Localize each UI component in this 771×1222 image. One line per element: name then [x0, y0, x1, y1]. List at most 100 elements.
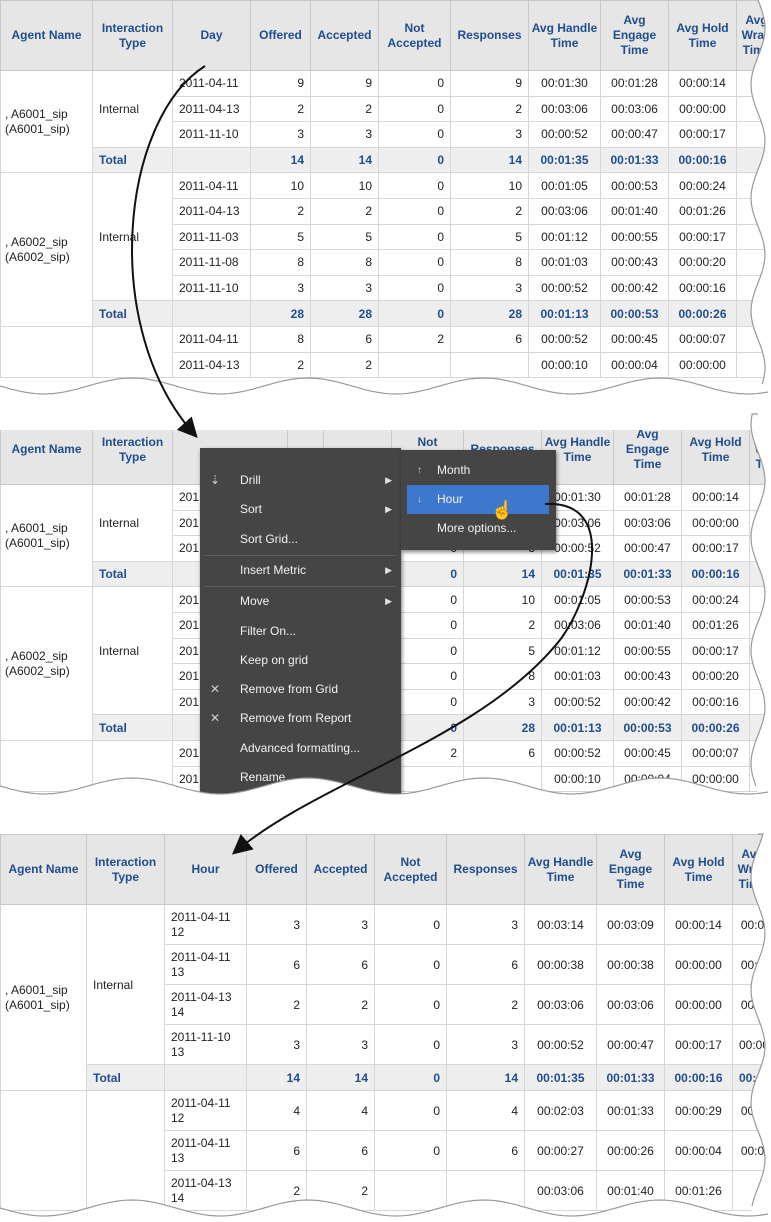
- day-cell[interactable]: 2011-04-11: [172, 70, 251, 97]
- metric-cell: 10: [450, 172, 529, 199]
- day-cell[interactable]: 2011-11-10: [172, 274, 251, 302]
- menu-item-filter-on[interactable]: Filter On...: [200, 617, 400, 646]
- column-header[interactable]: Avg Wrap Time: [736, 0, 771, 71]
- agent-name-cell[interactable]: [0, 325, 93, 379]
- agent-name-cell[interactable]: , A6001_sip (A6001_sip): [0, 904, 87, 1091]
- day-cell[interactable]: 2011-04-13: [172, 95, 251, 123]
- total-value: 00:01:33: [613, 560, 682, 588]
- column-header[interactable]: Avg Wrap Time: [749, 414, 771, 485]
- column-header[interactable]: Accepted: [306, 834, 375, 905]
- total-row: Total 28 28 0 28 00:01:13 00:00:53 00:00:26: [1, 300, 771, 327]
- menu-item-attribute-forms[interactable]: Attribute Forms: [200, 792, 400, 800]
- interaction-type-cell[interactable]: Internal: [92, 172, 173, 302]
- column-header[interactable]: Agent Name: [0, 0, 93, 71]
- column-header[interactable]: Avg Hold Time: [664, 834, 733, 905]
- agent-name-cell[interactable]: , A6001_sip (A6001_sip): [0, 483, 93, 588]
- day-cell[interactable]: 2011-11-03: [172, 223, 251, 251]
- day-cell[interactable]: 2011-11-10: [172, 121, 251, 148]
- day-cell[interactable]: 2011-11-08: [172, 249, 251, 276]
- submenu-item-hour[interactable]: ↓ Hour: [407, 485, 549, 514]
- column-header[interactable]: Offered: [246, 834, 307, 905]
- column-header[interactable]: Not Accepted: [374, 834, 447, 905]
- metric-cell: 00:0: [732, 944, 771, 985]
- hour-cell[interactable]: 2011-11-10 13: [164, 1024, 247, 1065]
- menu-item-remove-from-grid[interactable]: ✕ Remove from Grid: [200, 675, 400, 704]
- metric-cell: 00:00:14: [664, 904, 733, 945]
- interaction-type-cell[interactable]: Internal: [92, 70, 173, 148]
- menu-item-keep-on-grid[interactable]: Keep on grid: [200, 646, 400, 675]
- column-header[interactable]: Interaction Type: [86, 834, 165, 905]
- column-header[interactable]: Interaction Type: [92, 414, 173, 485]
- day-cell-partial: 201: [179, 592, 200, 607]
- interaction-type-cell[interactable]: Internal: [92, 586, 173, 716]
- metric-cell: 9: [310, 70, 379, 97]
- metric-cell: 00:00:00: [681, 765, 750, 793]
- menu-item-label: Keep on grid: [240, 652, 309, 667]
- metric-cell: 00:00:00: [681, 509, 750, 537]
- hour-cell[interactable]: 2011-04-11 13: [164, 944, 247, 985]
- metric-cell: 00:00:00: [664, 944, 733, 985]
- menu-item-advanced-formatting[interactable]: Advanced formatting...: [200, 734, 400, 763]
- menu-item-rename[interactable]: Rename...: [200, 763, 400, 792]
- agent-name-cell[interactable]: [0, 739, 93, 793]
- day-cell[interactable]: 2011-04-13: [172, 351, 251, 379]
- interaction-type-cell[interactable]: [92, 739, 173, 793]
- metric-cell: 00:00:47: [600, 121, 669, 148]
- day-cell[interactable]: 2011-04-11: [172, 172, 251, 199]
- empty-cell: [749, 688, 771, 716]
- column-header[interactable]: Avg Handle Time: [528, 0, 601, 71]
- column-header[interactable]: Hour: [164, 834, 247, 905]
- total-value: 0: [374, 1064, 447, 1091]
- metric-cell: 3: [306, 904, 375, 945]
- menu-item-remove-from-report[interactable]: ✕ Remove from Report: [200, 704, 400, 733]
- hour-cell[interactable]: 2011-04-13 14: [164, 984, 247, 1025]
- column-header[interactable]: Interaction Type: [92, 0, 173, 71]
- header-row: Agent Name Interaction Type Hour Offered Acc…: [0, 834, 771, 905]
- column-header[interactable]: Agent Name: [0, 834, 87, 905]
- menu-item-drill[interactable]: ⇣ Drill ▶: [200, 466, 400, 495]
- column-header[interactable]: Responses: [446, 834, 525, 905]
- metric-cell: 00:02:03: [524, 1090, 597, 1131]
- column-header[interactable]: Avg Wrap Time: [732, 834, 771, 905]
- column-header[interactable]: Responses: [450, 0, 529, 71]
- hour-cell[interactable]: 2011-04-13 14: [164, 1170, 247, 1211]
- total-value: 00:00:26: [668, 300, 737, 327]
- day-cell[interactable]: 2011-04-13: [172, 197, 251, 225]
- menu-item-move[interactable]: Move ▶: [200, 587, 400, 616]
- agent-name-cell[interactable]: , A6002_sip (A6002_sip): [0, 172, 93, 327]
- column-header[interactable]: Avg Engage Time: [613, 414, 682, 485]
- interaction-type-cell[interactable]: Internal: [92, 484, 173, 562]
- interaction-type-cell[interactable]: Internal: [86, 904, 165, 1065]
- hand-cursor-icon: ☝: [491, 500, 514, 520]
- column-header[interactable]: Avg Handle Time: [524, 834, 597, 905]
- submenu-item-month[interactable]: ↑ Month: [407, 456, 549, 485]
- column-header[interactable]: Avg Engage Time: [600, 0, 669, 71]
- column-header[interactable]: Offered: [250, 0, 311, 71]
- menu-item-sort[interactable]: Sort ▶: [200, 495, 400, 524]
- agent-name-cell[interactable]: , A6001_sip (A6001_sip): [0, 69, 93, 174]
- metric-cell: 00:00:43: [600, 249, 669, 276]
- hour-cell[interactable]: 2011-04-11 12: [164, 1090, 247, 1131]
- day-cell[interactable]: 2011-04-11: [172, 325, 251, 353]
- submenu-item-more-options[interactable]: More options...: [407, 514, 549, 543]
- interaction-type-cell[interactable]: [86, 1090, 165, 1211]
- empty-cell: [736, 121, 771, 148]
- column-header[interactable]: Day: [172, 0, 251, 71]
- interaction-type-cell[interactable]: [92, 325, 173, 379]
- column-header[interactable]: Avg Engage Time: [596, 834, 665, 905]
- agent-name-cell[interactable]: , A6002_sip (A6002_sip): [0, 586, 93, 741]
- menu-item-sort-grid[interactable]: Sort Grid...: [200, 525, 400, 554]
- metric-cell: 9: [250, 70, 311, 97]
- agent-name-cell[interactable]: [0, 1090, 87, 1211]
- column-header[interactable]: Accepted: [310, 0, 379, 71]
- hour-cell[interactable]: 2011-04-11 13: [164, 1130, 247, 1171]
- column-header[interactable]: Avg Hold Time: [681, 414, 750, 485]
- column-header[interactable]: Not Accepted: [378, 0, 451, 71]
- column-header[interactable]: Agent Name: [0, 414, 93, 485]
- hour-cell[interactable]: 2011-04-11 12: [164, 904, 247, 945]
- metric-cell: 00:00:00: [668, 351, 737, 379]
- column-header[interactable]: Avg Hold Time: [668, 0, 737, 71]
- total-value: 00:00:16: [668, 146, 737, 174]
- menu-item-insert-metric[interactable]: Insert Metric ▶: [200, 556, 400, 585]
- total-value: 0: [378, 146, 451, 174]
